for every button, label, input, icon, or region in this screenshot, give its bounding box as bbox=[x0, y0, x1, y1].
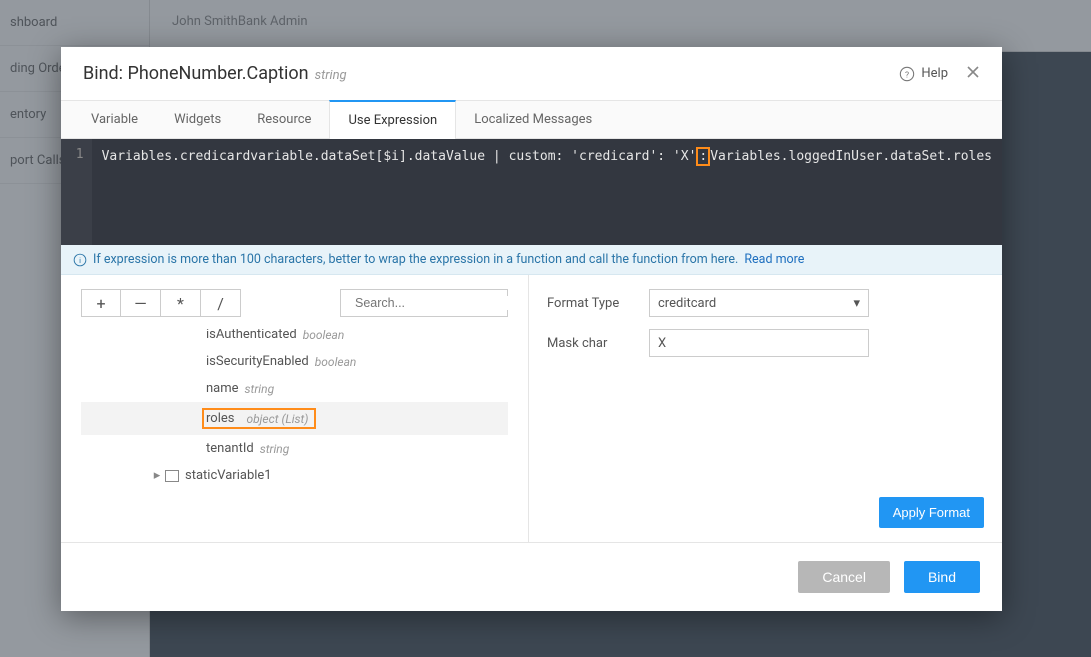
mask-char-label: Mask char bbox=[547, 336, 631, 351]
read-more-link[interactable]: Read more bbox=[744, 252, 804, 267]
cursor-highlight: : bbox=[696, 147, 710, 166]
tree-node[interactable]: ▸ staticVariable1 bbox=[81, 462, 508, 489]
search-input[interactable] bbox=[340, 289, 508, 317]
tree-node-selected[interactable]: rolesobject (List) bbox=[81, 402, 508, 435]
tree-node[interactable]: namestring bbox=[81, 375, 508, 402]
tab-resource[interactable]: Resource bbox=[239, 101, 329, 138]
apply-format-button[interactable]: Apply Format bbox=[879, 497, 984, 528]
help-icon: ? bbox=[899, 66, 915, 82]
tree-node[interactable]: isAuthenticatedboolean bbox=[81, 329, 508, 348]
info-bar: i If expression is more than 100 charact… bbox=[61, 245, 1002, 275]
variable-tree[interactable]: isAuthenticatedboolean isSecurityEnabled… bbox=[81, 329, 508, 536]
format-type-select[interactable]: creditcard ▾ bbox=[649, 289, 869, 317]
cancel-button[interactable]: Cancel bbox=[798, 561, 890, 593]
op-multiply-button[interactable]: * bbox=[161, 289, 201, 317]
tab-use-expression[interactable]: Use Expression bbox=[329, 100, 456, 139]
format-type-label: Format Type bbox=[547, 296, 631, 311]
op-plus-button[interactable]: + bbox=[81, 289, 121, 317]
close-button[interactable] bbox=[966, 65, 980, 83]
chevron-right-icon[interactable]: ▸ bbox=[149, 468, 165, 483]
tab-widgets[interactable]: Widgets bbox=[156, 101, 239, 138]
bind-button[interactable]: Bind bbox=[904, 561, 980, 593]
chevron-down-icon: ▾ bbox=[853, 296, 860, 311]
tree-node[interactable]: tenantIdstring bbox=[81, 435, 508, 462]
op-divide-button[interactable]: / bbox=[201, 289, 241, 317]
variable-icon bbox=[165, 470, 179, 482]
selection-highlight: rolesobject (List) bbox=[202, 408, 316, 429]
editor-code[interactable]: Variables.credicardvariable.dataSet[$i].… bbox=[92, 139, 1002, 245]
op-minus-button[interactable]: — bbox=[121, 289, 161, 317]
tab-localized-messages[interactable]: Localized Messages bbox=[456, 101, 610, 138]
dialog-title: Bind: PhoneNumber.Captionstring bbox=[83, 63, 347, 84]
svg-text:i: i bbox=[79, 255, 81, 264]
tab-variable[interactable]: Variable bbox=[73, 101, 156, 138]
tabs: Variable Widgets Resource Use Expression… bbox=[61, 100, 1002, 139]
close-icon bbox=[966, 65, 980, 79]
dialog-title-type: string bbox=[315, 68, 347, 83]
bind-dialog: Bind: PhoneNumber.Captionstring ? Help V… bbox=[61, 47, 1002, 611]
expression-editor[interactable]: 1 Variables.credicardvariable.dataSet[$i… bbox=[61, 139, 1002, 245]
tree-node[interactable]: isSecurityEnabledboolean bbox=[81, 348, 508, 375]
info-icon: i bbox=[73, 253, 87, 267]
help-button[interactable]: ? Help bbox=[899, 66, 948, 82]
svg-text:?: ? bbox=[905, 70, 909, 80]
mask-char-input[interactable]: X bbox=[649, 329, 869, 357]
editor-gutter: 1 bbox=[61, 139, 92, 245]
